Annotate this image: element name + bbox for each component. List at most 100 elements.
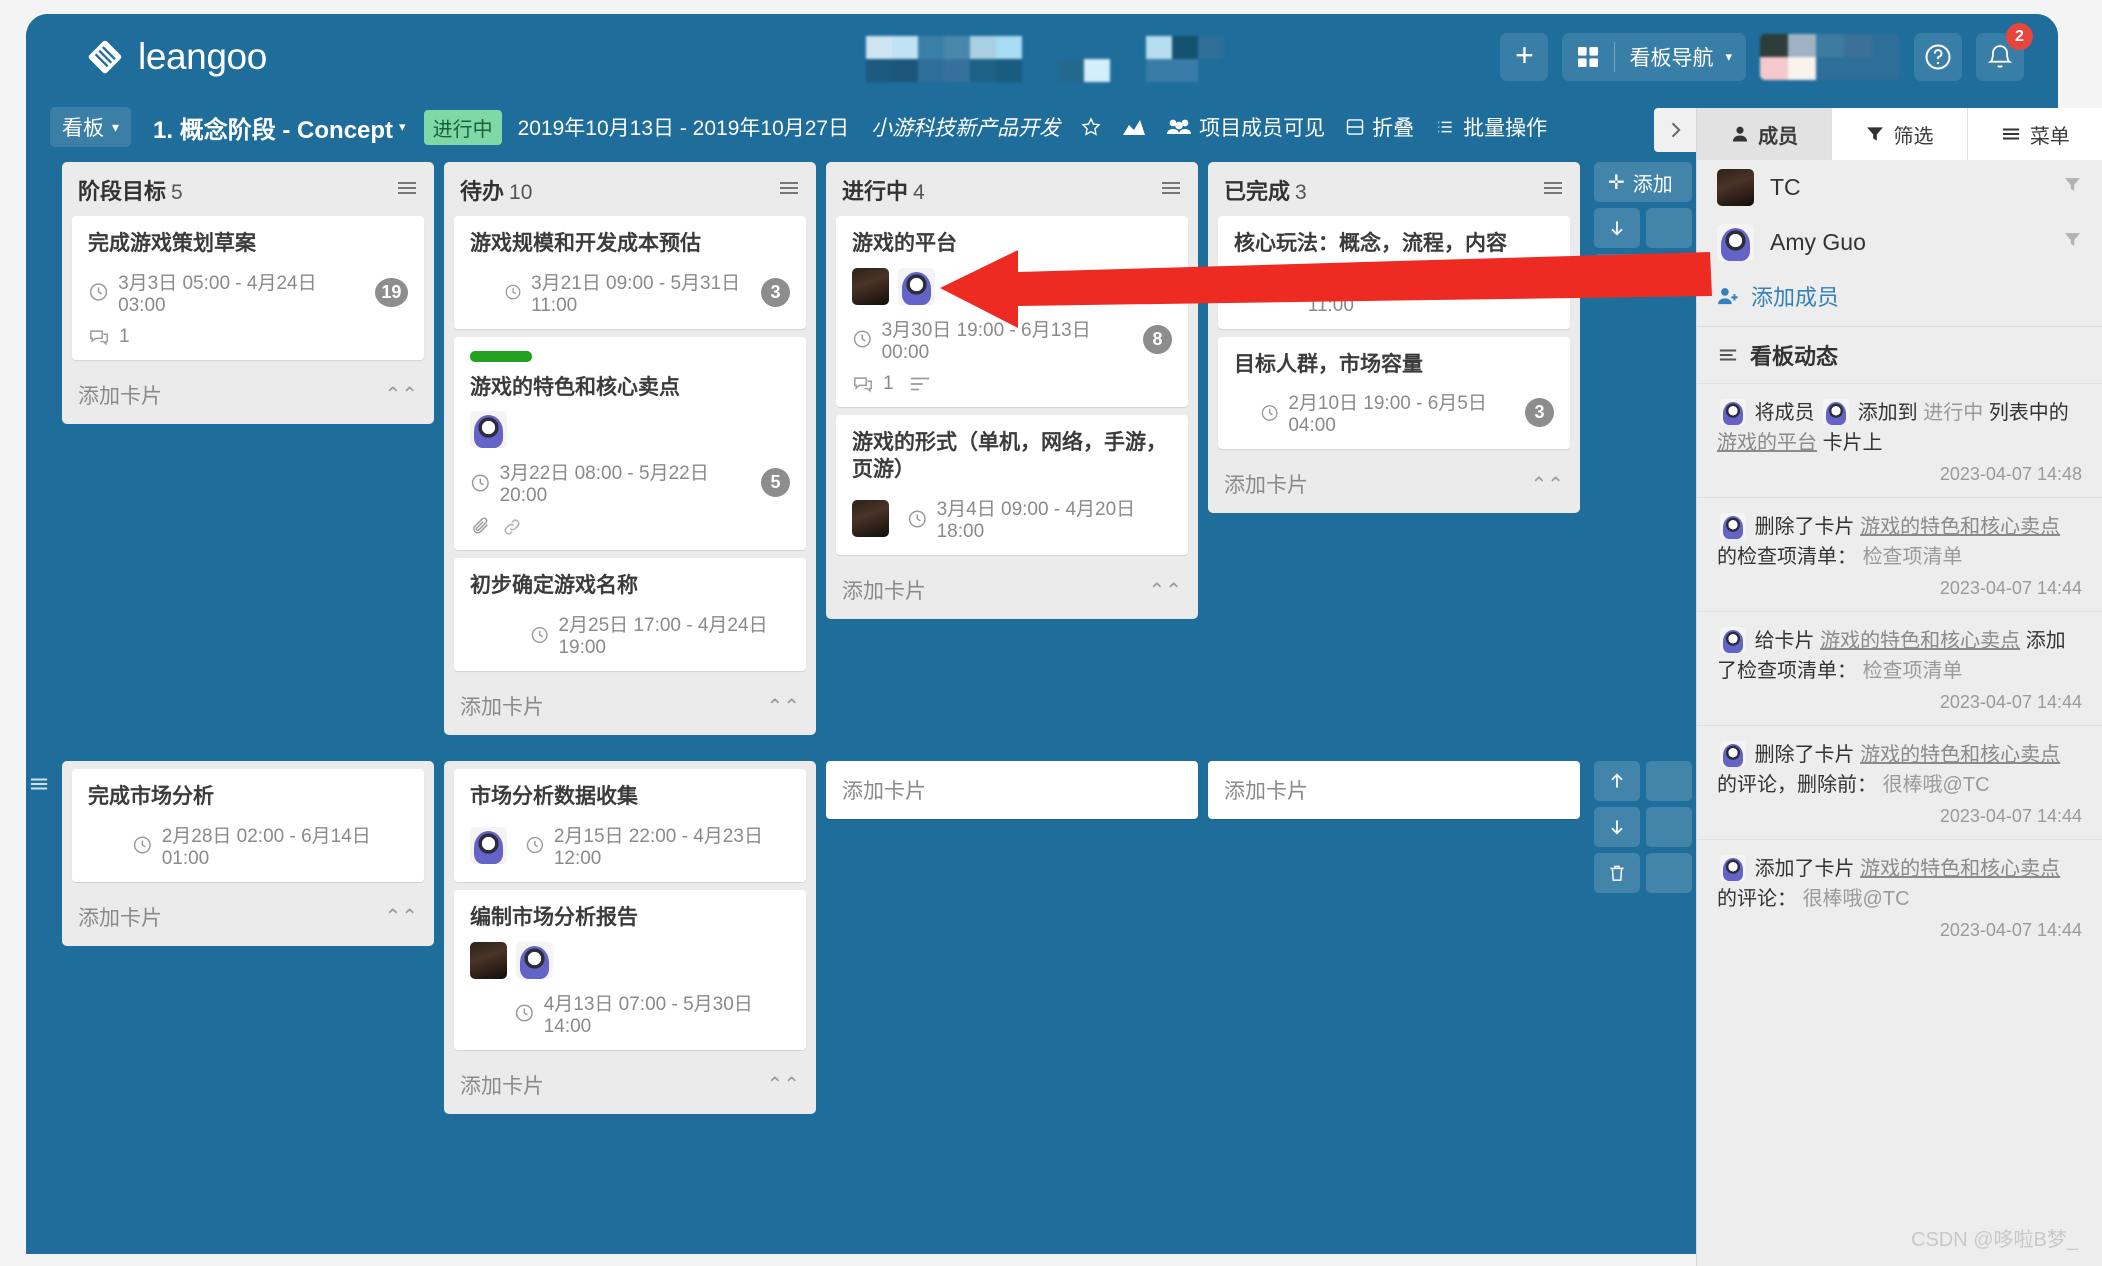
add-card-button[interactable]: 添加卡片 ⌃⌃ xyxy=(826,563,1198,619)
notifications-button[interactable]: 2 xyxy=(1976,23,2033,81)
avatar-amy xyxy=(1720,627,1746,653)
card-avatar-date-row: 2月15日 22:00 - 4月23日 12:00 xyxy=(470,821,790,870)
tab-filter[interactable]: 筛选 xyxy=(1832,108,1968,160)
list-body: 游戏的平台 3月30日 19:00 - 6月13日 00:00 8 1 游戏的形… xyxy=(826,216,1198,556)
lane-delete-button[interactable] xyxy=(1594,853,1640,894)
sidepanel-toggle-button[interactable] xyxy=(1654,108,1696,152)
member-row-tc[interactable]: TC xyxy=(1697,160,2102,215)
activity-card-link[interactable]: 游戏的特色和核心卖点 xyxy=(1860,516,2060,538)
card[interactable]: 完成游戏策划草案 3月3日 05:00 - 4月24日 03:00 19 1 xyxy=(72,216,424,360)
card[interactable]: 游戏规模和开发成本预估 3月21日 09:00 - 5月31日 11:00 3 xyxy=(454,216,806,329)
board-nav-dropdown[interactable]: 看板导航 ▾ xyxy=(1562,33,1746,81)
list-menu-icon[interactable] xyxy=(776,178,802,203)
list-menu-icon[interactable] xyxy=(1158,178,1184,203)
lane-add-button[interactable]: ✛ 添加 xyxy=(1594,162,1692,202)
lane-option-button[interactable] xyxy=(1646,761,1692,802)
clock-icon xyxy=(505,284,521,300)
empty-list-drop-3[interactable]: 添加卡片 xyxy=(826,761,1198,820)
lane-option-button[interactable] xyxy=(1646,853,1692,894)
avatar-amy[interactable] xyxy=(516,941,553,979)
chart-button[interactable] xyxy=(1122,117,1146,137)
card-due-date-row: 3月3日 05:00 - 4月24日 03:00 19 xyxy=(88,268,408,317)
leangoo-diamond-icon xyxy=(88,40,122,74)
card-days-badge: 8 xyxy=(1143,324,1172,354)
redacted-user-avatar[interactable] xyxy=(1760,34,1900,80)
card-due-date-row: 3月21日 09:00 - 5月31日 11:00 3 xyxy=(470,268,790,317)
card[interactable]: 初步确定游戏名称 2月25日 17:00 - 4月24日 19:00 xyxy=(454,558,806,672)
tab-menu[interactable]: 菜单 xyxy=(1967,108,2102,160)
tab-members[interactable]: 成员 xyxy=(1697,108,1833,160)
arrow-down-icon xyxy=(1611,221,1623,236)
add-card-button[interactable]: 添加卡片 ⌃⌃ xyxy=(1208,457,1580,513)
card-label-tag xyxy=(470,350,532,362)
chevrons-up-icon[interactable]: ⌃⌃ xyxy=(1148,578,1182,603)
card-date: 2月10日 19:00 - 6月5日 04:00 xyxy=(1288,393,1487,437)
card[interactable]: 核心玩法：概念，流程，内容 2月24日 22:00 - 4月18日 11:00 xyxy=(1218,216,1570,329)
bell-icon xyxy=(1987,45,2013,68)
avatar-amy xyxy=(1823,399,1850,425)
avatar-amy[interactable] xyxy=(470,826,507,864)
add-card-button[interactable]: 添加卡片 ⌃⌃ xyxy=(62,890,434,946)
brand-logo-group[interactable]: leangoo xyxy=(86,36,267,78)
lane-move-up-button[interactable] xyxy=(1594,761,1640,802)
lane-delete-button[interactable] xyxy=(1594,254,1640,294)
activity-text: 将成员 添加到 进行中 列表中的 游戏的平台 卡片上 xyxy=(1717,398,2082,458)
list-title-group: 待办 10 xyxy=(460,174,532,206)
board-title[interactable]: 1. 概念阶段 - Concept ▾ xyxy=(153,110,406,145)
card[interactable]: 完成市场分析 2月28日 02:00 - 6月14日 01:00 xyxy=(72,769,424,882)
star-button[interactable] xyxy=(1080,116,1102,138)
collapse-button[interactable]: 折叠 xyxy=(1345,112,1414,142)
avatar-amy[interactable] xyxy=(470,411,507,449)
batch-button[interactable]: 批量操作 xyxy=(1434,112,1547,142)
lane-handle[interactable] xyxy=(26,761,52,793)
member-filter-icon[interactable] xyxy=(2063,230,2082,255)
avatar-amy[interactable] xyxy=(898,267,935,305)
add-card-button[interactable]: 添加卡片 ⌃⌃ xyxy=(444,1058,816,1114)
notification-badge: 2 xyxy=(2006,23,2033,50)
visibility-button[interactable]: 项目成员可见 xyxy=(1166,112,1325,142)
lane-move-down-button[interactable] xyxy=(1594,807,1640,848)
activity-plain-text: 的评论，删除前： xyxy=(1717,774,1877,796)
member-row-amy[interactable]: Amy Guo xyxy=(1697,215,2102,270)
lane-handle[interactable] xyxy=(26,154,52,168)
chevrons-up-icon[interactable]: ⌃⌃ xyxy=(766,694,800,719)
activity-list: 将成员 添加到 进行中 列表中的 游戏的平台 卡片上 2023-04-07 14… xyxy=(1697,383,2102,953)
card[interactable]: 目标人群，市场容量 2月10日 19:00 - 6月5日 04:00 3 xyxy=(1218,336,1570,450)
lane-move-down-button[interactable] xyxy=(1594,208,1640,248)
chevrons-up-icon[interactable]: ⌃⌃ xyxy=(384,382,418,407)
card[interactable]: 游戏的特色和核心卖点 3月22日 08:00 - 5月22日 20:00 5 xyxy=(454,336,806,551)
avatar-tc[interactable] xyxy=(470,941,507,979)
card-title: 市场分析数据收集 xyxy=(470,785,638,809)
chevrons-up-icon[interactable]: ⌃⌃ xyxy=(1530,472,1564,497)
add-card-button[interactable]: 添加卡片 ⌃⌃ xyxy=(444,679,816,735)
chevrons-up-icon[interactable]: ⌃⌃ xyxy=(766,1072,800,1097)
card[interactable]: 游戏的平台 3月30日 19:00 - 6月13日 00:00 8 1 xyxy=(836,216,1188,407)
activity-card-link[interactable]: 游戏的平台 xyxy=(1717,432,1817,454)
empty-list-drop-4[interactable]: 添加卡片 xyxy=(1208,761,1580,820)
add-member-button[interactable]: 添加成员 xyxy=(1697,270,2102,326)
activity-timestamp: 2023-04-07 14:44 xyxy=(1939,920,2082,940)
card[interactable]: 市场分析数据收集 2月15日 22:00 - 4月23日 12:00 xyxy=(454,769,806,882)
list-column-stage-goals: 阶段目标5 完成游戏策划草案 3月3日 05:00 - 4月24日 03:00 xyxy=(62,162,434,424)
card-due-date-row: 2月10日 19:00 - 6月5日 04:00 3 xyxy=(1234,388,1554,437)
list-menu-icon[interactable] xyxy=(394,178,420,203)
list-menu-icon[interactable] xyxy=(1540,178,1566,203)
card[interactable]: 游戏的形式（单机，网络，手游，页游） 3月4日 09:00 - 4月20日 18… xyxy=(836,414,1188,556)
lane-option-button[interactable] xyxy=(1646,807,1692,848)
avatar-tc[interactable] xyxy=(852,267,889,305)
lane-option-button[interactable] xyxy=(1646,254,1692,294)
avatar-tc[interactable] xyxy=(852,500,889,538)
activity-text: 删除了卡片 游戏的特色和核心卖点 的检查项清单： 检查项清单 xyxy=(1717,512,2082,572)
activity-card-link[interactable]: 游戏的特色和核心卖点 xyxy=(1860,858,2060,880)
lane-option-button[interactable] xyxy=(1646,208,1692,248)
activity-card-link[interactable]: 游戏的特色和核心卖点 xyxy=(1820,630,2020,652)
add-button[interactable]: + xyxy=(1500,33,1549,81)
member-filter-icon[interactable] xyxy=(2063,175,2082,200)
help-button[interactable] xyxy=(1914,33,1962,81)
activity-card-link[interactable]: 游戏的特色和核心卖点 xyxy=(1860,744,2060,766)
activity-plain-text: 的评论： xyxy=(1717,888,1797,910)
add-card-button[interactable]: 添加卡片 ⌃⌃ xyxy=(62,368,434,424)
chevrons-up-icon[interactable]: ⌃⌃ xyxy=(384,904,418,929)
board-menu-button[interactable]: 看板 ▾ xyxy=(50,107,132,147)
card[interactable]: 编制市场分析报告 4月13日 07:00 - 5月30日 14:00 xyxy=(454,889,806,1050)
